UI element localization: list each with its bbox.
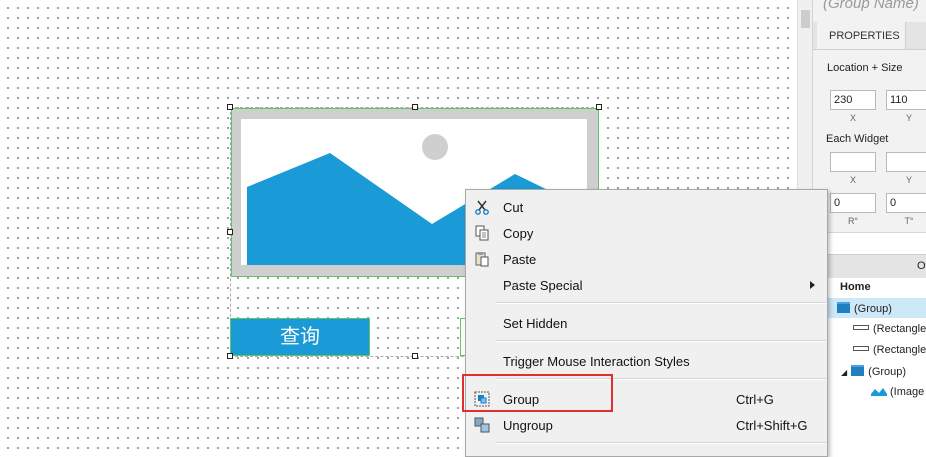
resize-handle-top[interactable]: [412, 104, 418, 110]
tab-outline-label[interactable]: Ou: [917, 260, 926, 272]
each-x-input[interactable]: [830, 152, 876, 172]
scissors-icon: [475, 200, 489, 215]
resize-handle-top-left[interactable]: [227, 104, 233, 110]
text-rotation-input[interactable]: 0: [886, 193, 926, 213]
resize-handle-bottom-left[interactable]: [227, 353, 233, 359]
x-input[interactable]: 230: [830, 90, 876, 110]
menu-item-shortcut: Ctrl+Shift+G: [736, 418, 808, 433]
y-caption: Y: [905, 113, 912, 123]
outline-tab-bar: Ou: [813, 254, 926, 280]
rotation-caption: R°: [847, 216, 859, 226]
menu-item-shortcut: Ctrl+G: [736, 392, 774, 407]
each-y-input[interactable]: [886, 152, 926, 172]
query-button[interactable]: 查询: [230, 318, 370, 356]
tree-item-image[interactable]: (Image: [871, 386, 924, 398]
resize-handle-left[interactable]: [227, 229, 233, 235]
menu-item-paste-special[interactable]: Paste Special: [466, 273, 827, 297]
tree-item-label: (Rectangle: [873, 323, 926, 335]
each-x-caption: X: [849, 175, 856, 185]
folder-icon: [837, 302, 850, 313]
menu-item-label: Trigger Mouse Interaction Styles: [503, 354, 690, 369]
resize-handle-top-right[interactable]: [596, 104, 602, 110]
inspector-tab-bar: PROPERTIES: [813, 22, 926, 50]
context-menu: Cut Copy Paste Paste Special Set Hidden …: [465, 189, 828, 457]
menu-item-cut[interactable]: Cut: [466, 195, 827, 219]
copy-icon: [475, 225, 489, 241]
each-widget-label: Each Widget: [826, 133, 889, 145]
menu-item-trigger-mouse-interaction-styles[interactable]: Trigger Mouse Interaction Styles: [466, 349, 827, 373]
menu-separator: [496, 302, 826, 304]
x-caption: X: [849, 113, 856, 123]
menu-item-ungroup[interactable]: Ungroup Ctrl+Shift+G: [466, 413, 827, 437]
properties-footer: [813, 232, 926, 255]
ungroup-icon: [474, 417, 490, 433]
tab-properties-label: PROPERTIES: [829, 30, 900, 42]
scrollbar-thumb[interactable]: [801, 10, 810, 28]
menu-item-label: Paste: [503, 252, 537, 267]
expand-triangle-icon[interactable]: ◢: [841, 368, 847, 377]
menu-separator: [496, 340, 826, 342]
tree-item-label: (Image: [890, 386, 925, 398]
location-size-label: Location + Size: [827, 62, 903, 74]
tree-item-rectangle[interactable]: (Rectangle: [853, 323, 926, 335]
tree-item-home[interactable]: Home: [840, 281, 871, 293]
menu-item-set-hidden[interactable]: Set Hidden: [466, 311, 827, 335]
paste-icon: [475, 252, 489, 267]
menu-separator: [496, 442, 826, 444]
menu-item-label: Set Hidden: [503, 316, 568, 331]
menu-item-label: Paste Special: [503, 278, 583, 293]
outline-tree: Home (Group) (Rectangle (Rectangle ◢ (Gro…: [813, 278, 926, 457]
menu-item-label: Copy: [503, 226, 534, 241]
tree-item-label: (Group): [854, 303, 892, 315]
annotation-highlight-box: [462, 374, 613, 412]
group-name-field[interactable]: (Group Name): [823, 0, 919, 12]
menu-item-label: Cut: [503, 200, 524, 215]
rectangle-icon: [853, 346, 869, 351]
rectangle-icon: [853, 325, 869, 330]
image-icon: [871, 388, 887, 396]
tab-properties[interactable]: PROPERTIES: [817, 22, 906, 49]
tree-item-label: (Group): [868, 366, 907, 378]
menu-item-label: Ungroup: [503, 418, 553, 433]
y-input[interactable]: 110: [886, 90, 926, 110]
resize-handle-bottom[interactable]: [412, 353, 418, 359]
text-rotation-caption: T°: [904, 216, 914, 226]
tree-item-subgroup[interactable]: ◢ (Group): [841, 365, 906, 378]
submenu-arrow-icon: [810, 281, 815, 289]
folder-icon: [851, 365, 865, 376]
rotation-input[interactable]: 0: [830, 193, 876, 213]
each-y-caption: Y: [905, 175, 912, 185]
tree-item-rectangle[interactable]: (Rectangle: [853, 344, 926, 356]
inspector-panel: (Group Name) PROPERTIES Location + Size …: [812, 0, 926, 457]
menu-item-copy[interactable]: Copy: [466, 221, 827, 245]
tree-item-label: (Rectangle: [873, 344, 926, 356]
tree-item-group[interactable]: (Group): [837, 302, 892, 315]
menu-item-paste[interactable]: Paste: [466, 247, 827, 271]
